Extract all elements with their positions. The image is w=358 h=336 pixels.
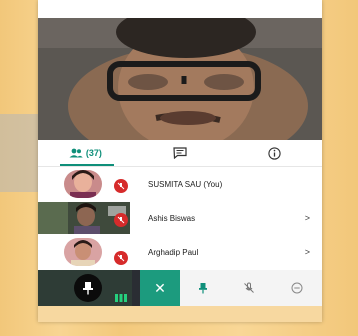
call-toolbar: ✕ (38, 270, 322, 306)
signal-bars-icon (115, 294, 127, 302)
avatar (64, 170, 102, 198)
participant-row[interactable]: Arghadip Paul > (38, 235, 322, 269)
muted-mic-icon (114, 179, 128, 193)
close-icon: ✕ (154, 279, 166, 296)
participant-name: Arghadip Paul (148, 247, 199, 257)
close-panel-button[interactable]: ✕ (140, 270, 180, 306)
chevron-right-icon[interactable]: > (305, 247, 310, 257)
avatar (64, 238, 102, 266)
pin-tool-button[interactable] (180, 270, 226, 306)
phone-screen: (37) SUSMITA SAU (You) Ashis Biswas > Ar… (38, 0, 322, 322)
tab-participants[interactable]: (37) (38, 140, 133, 166)
main-video-feed[interactable] (38, 18, 322, 140)
active-tab-indicator (60, 164, 114, 166)
participant-row[interactable]: SUSMITA SAU (You) (38, 167, 322, 201)
info-icon (268, 146, 281, 160)
muted-mic-icon (114, 213, 128, 227)
participants-count: (37) (85, 148, 102, 158)
pin-icon (199, 283, 207, 294)
video-frame (38, 18, 322, 140)
remove-button[interactable] (272, 270, 322, 306)
mic-off-icon (244, 282, 254, 293)
chevron-right-icon[interactable]: > (305, 213, 310, 223)
minus-circle-icon (291, 282, 303, 294)
participant-name: Ashis Biswas (148, 213, 196, 223)
muted-mic-icon (114, 251, 128, 265)
tab-info[interactable] (227, 140, 322, 166)
push-pin-button[interactable] (74, 274, 102, 302)
pin-icon (83, 282, 93, 295)
participant-name: SUSMITA SAU (You) (148, 179, 223, 189)
participants-tabs: (37) (38, 140, 322, 167)
self-controls (38, 270, 132, 306)
participant-list: SUSMITA SAU (You) Ashis Biswas > Arghadi… (38, 167, 322, 269)
mute-button[interactable] (226, 270, 272, 306)
participant-row[interactable]: Ashis Biswas > (38, 201, 322, 235)
background-panel (0, 114, 40, 192)
chat-icon (173, 147, 187, 159)
people-icon (69, 148, 83, 158)
screen-bottom-edge (38, 306, 322, 322)
tab-chat[interactable] (133, 140, 228, 166)
